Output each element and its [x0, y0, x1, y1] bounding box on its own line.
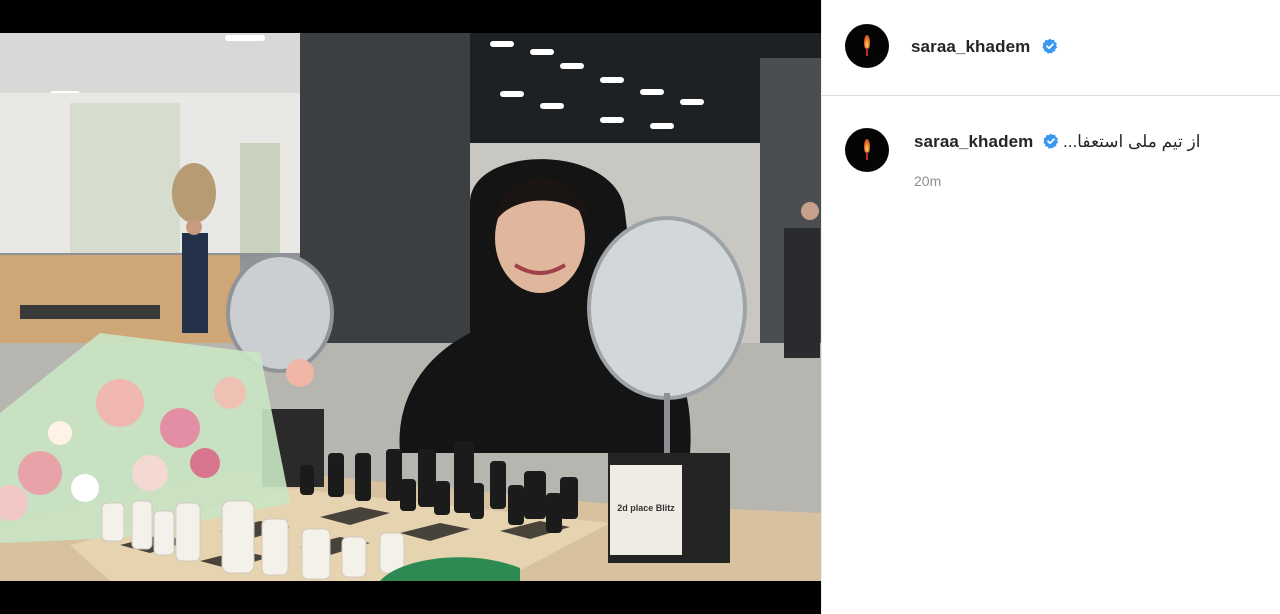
author-username[interactable]: saraa_khadem [911, 37, 1030, 57]
verified-badge-icon [1042, 38, 1058, 54]
comment-avatar[interactable] [845, 128, 889, 172]
candle-avatar-icon [864, 35, 870, 49]
candle-wick [866, 48, 868, 56]
verified-badge-icon [1043, 133, 1059, 149]
candle-wick [866, 152, 868, 160]
photo-illustration [0, 33, 821, 581]
author-avatar[interactable] [845, 24, 889, 68]
comment-text: از تیم ملی استعفا... [1063, 132, 1201, 151]
post-header: saraa_khadem [822, 0, 1280, 96]
post-side-panel: saraa_khadem saraa_khadem از تیم ملی است… [821, 0, 1280, 614]
comment-timestamp[interactable]: 20m [914, 173, 941, 189]
comment-username[interactable]: saraa_khadem [914, 132, 1033, 152]
post-photo[interactable]: 2d place Blitz [0, 33, 821, 581]
trophy-plaque-text: 2d place Blitz [617, 503, 675, 513]
post-media-pane[interactable]: 2d place Blitz [0, 0, 821, 614]
candle-avatar-icon [864, 139, 870, 153]
